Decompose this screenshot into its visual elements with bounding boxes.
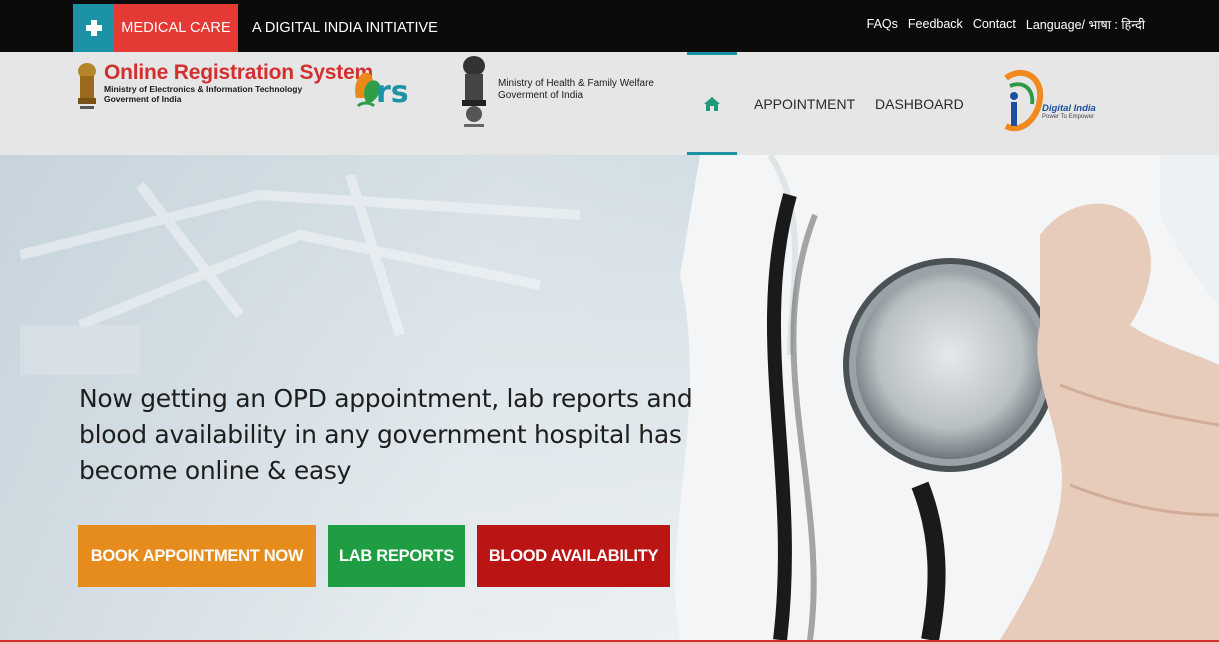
- mohfw-brand[interactable]: Ministry of Health & Family Welfare Gove…: [456, 54, 654, 130]
- top-links: FAQs Feedback Contact Language/ भाषा : ह…: [867, 4, 1145, 44]
- ors-logo-icon: rs: [355, 72, 409, 110]
- medical-care-label: MEDICAL CARE: [114, 4, 238, 52]
- ors-logo-text: rs: [376, 75, 409, 110]
- lab-reports-button[interactable]: LAB REPORTS: [328, 525, 465, 587]
- initiative-label: A DIGITAL INDIA INITIATIVE: [252, 20, 438, 36]
- nav-dashboard[interactable]: DASHBOARD: [875, 52, 964, 155]
- top-bar: MEDICAL CARE A DIGITAL INDIA INITIATIVE …: [0, 0, 1219, 52]
- ors-brand[interactable]: Online Registration System Ministry of E…: [74, 62, 373, 116]
- nav-home[interactable]: [687, 52, 737, 155]
- feedback-link[interactable]: Feedback: [908, 17, 963, 31]
- blood-availability-button[interactable]: BLOOD AVAILABILITY: [477, 525, 670, 587]
- faqs-link[interactable]: FAQs: [867, 17, 898, 31]
- doctor-stethoscope-image: [675, 155, 1219, 640]
- digital-india-name: Digital India: [1042, 103, 1096, 114]
- national-emblem-icon: [78, 63, 96, 109]
- ors-subtitle-govt: Goverment of India: [104, 94, 182, 104]
- home-icon: [704, 96, 720, 111]
- hero-headline: Now getting an OPD appointment, lab repo…: [79, 384, 693, 485]
- language-link[interactable]: Language/ भाषा : हिन्दी: [1026, 16, 1145, 33]
- ors-title: Online Registration System: [104, 61, 374, 84]
- bottom-divider: [0, 640, 1219, 645]
- ors-subtitle-ministry: Ministry of Electronics & Information Te…: [104, 84, 303, 94]
- digital-india-icon: [1004, 69, 1044, 132]
- nav-appointment[interactable]: APPOINTMENT: [754, 52, 855, 155]
- hero-banner: Now getting an OPD appointment, lab repo…: [0, 155, 1219, 640]
- plus-icon: [73, 4, 114, 52]
- digital-india-logo: Digital India Power To Empower: [1000, 64, 1120, 144]
- mohfw-line2: Goverment of India: [498, 90, 584, 101]
- digital-india-tagline: Power To Empower: [1042, 114, 1094, 120]
- page: MEDICAL CARE A DIGITAL INDIA INITIATIVE …: [0, 0, 1219, 645]
- mohfw-line1: Ministry of Health & Family Welfare: [498, 78, 654, 89]
- contact-link[interactable]: Contact: [973, 17, 1016, 31]
- site-header: Online Registration System Ministry of E…: [0, 52, 1219, 155]
- national-emblem-icon: [462, 56, 486, 127]
- hospital-ceiling-image: [20, 175, 580, 375]
- book-appointment-button[interactable]: BOOK APPOINTMENT NOW: [78, 525, 316, 587]
